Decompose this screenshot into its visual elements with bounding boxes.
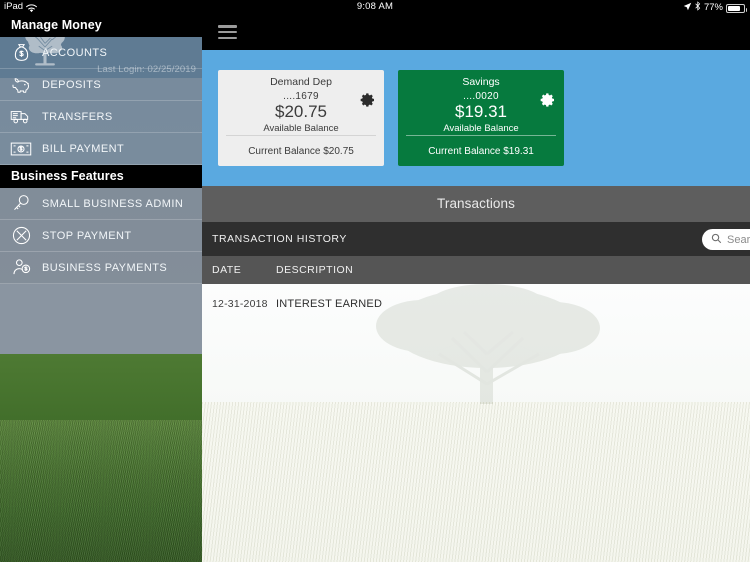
transaction-column-headers: DATE DESCRIPTION [202, 256, 750, 284]
location-arrow-icon [683, 1, 692, 15]
sidebar-item-bill-payment[interactable]: BILL PAYMENT [0, 133, 202, 165]
sidebar-item-label: BILL PAYMENT [42, 142, 125, 155]
sidebar-item-transfers[interactable]: TRANSFERS [0, 101, 202, 133]
tree-watermark-icon [202, 284, 750, 562]
sidebar: Last Login: 02/25/2019 Manage Money ACCO… [0, 14, 202, 562]
app-root: iPad 9:08 AM 77% Manage Money ACCOUNTS D… [0, 0, 750, 562]
sidebar-section-manage-money-header: Manage Money [0, 14, 202, 37]
column-header-date: DATE [212, 264, 242, 276]
gear-icon[interactable] [360, 92, 376, 108]
sidebar-item-label: ACCOUNTS [42, 46, 108, 59]
piggy-bank-icon [8, 74, 34, 96]
search-input[interactable]: Search [702, 229, 750, 250]
sidebar-item-deposits[interactable]: DEPOSITS [0, 69, 202, 101]
bluetooth-icon [695, 0, 701, 15]
gear-icon[interactable] [540, 92, 556, 108]
account-name: Demand Dep [270, 76, 332, 88]
sidebar-section-manage-money-items: ACCOUNTS DEPOSITS TRANSFERS BILL PAYMENT [0, 37, 202, 165]
transaction-history-title: TRANSACTION HISTORY [212, 233, 347, 245]
table-row[interactable]: 12-31-2018 INTEREST EARNED [202, 284, 750, 324]
account-current-balance: Current Balance $20.75 [226, 135, 376, 166]
account-card-body: Savings ....0020 $19.31 Available Balanc… [398, 70, 564, 135]
sidebar-item-stop-payment[interactable]: STOP PAYMENT [0, 220, 202, 252]
account-current-balance: Current Balance $19.31 [406, 135, 556, 166]
account-name: Savings [462, 76, 500, 88]
sidebar-item-label: BUSINESS PAYMENTS [42, 261, 168, 274]
sidebar-item-label: SMALL BUSINESS ADMIN [42, 197, 184, 210]
check-payment-icon [8, 138, 34, 160]
account-amount-label: Available Balance [443, 123, 519, 134]
sidebar-item-label: STOP PAYMENT [42, 229, 132, 242]
sidebar-grass-photo [0, 420, 202, 562]
sidebar-section-business-features-header: Business Features [0, 165, 202, 188]
key-icon [8, 193, 34, 215]
transactions-title-bar: Transactions [202, 186, 750, 222]
search-icon [711, 231, 722, 249]
account-amount-label: Available Balance [263, 123, 339, 134]
status-bar-clock: 9:08 AM [356, 1, 394, 12]
search-placeholder: Search [727, 233, 750, 246]
sidebar-section-business-features-items: SMALL BUSINESS ADMIN STOP PAYMENT BUSINE… [0, 188, 202, 284]
sidebar-item-label: TRANSFERS [42, 110, 113, 123]
transaction-history-bar: TRANSACTION HISTORY Search [202, 222, 750, 256]
hamburger-menu-icon[interactable] [218, 25, 237, 39]
circle-x-icon [8, 225, 34, 247]
transaction-list[interactable]: 12-31-2018 INTEREST EARNED [202, 284, 750, 562]
ios-status-bar: iPad 9:08 AM 77% [0, 0, 750, 14]
battery-icon [726, 4, 747, 13]
sidebar-item-business-payments[interactable]: BUSINESS PAYMENTS [0, 252, 202, 284]
account-card-demand-dep[interactable]: Demand Dep ....1679 $20.75 Available Bal… [218, 70, 384, 166]
transaction-date: 12-31-2018 [212, 298, 268, 310]
transaction-description: INTEREST EARNED [276, 298, 383, 310]
sidebar-item-small-business-admin[interactable]: SMALL BUSINESS ADMIN [0, 188, 202, 220]
top-app-bar [202, 14, 750, 50]
money-bag-icon [8, 42, 34, 64]
account-card-body: Demand Dep ....1679 $20.75 Available Bal… [218, 70, 384, 135]
delivery-truck-icon [8, 106, 34, 128]
account-card-savings[interactable]: Savings ....0020 $19.31 Available Balanc… [398, 70, 564, 166]
sidebar-item-label: DEPOSITS [42, 78, 102, 91]
status-bar-right: 77% [683, 0, 747, 15]
battery-percent: 77% [703, 1, 723, 13]
column-header-description: DESCRIPTION [276, 264, 354, 276]
sidebar-item-accounts[interactable]: ACCOUNTS [0, 37, 202, 69]
money-person-icon [8, 257, 34, 279]
main-content: Demand Dep ....1679 $20.75 Available Bal… [202, 14, 750, 562]
accounts-banner: Demand Dep ....1679 $20.75 Available Bal… [202, 50, 750, 186]
